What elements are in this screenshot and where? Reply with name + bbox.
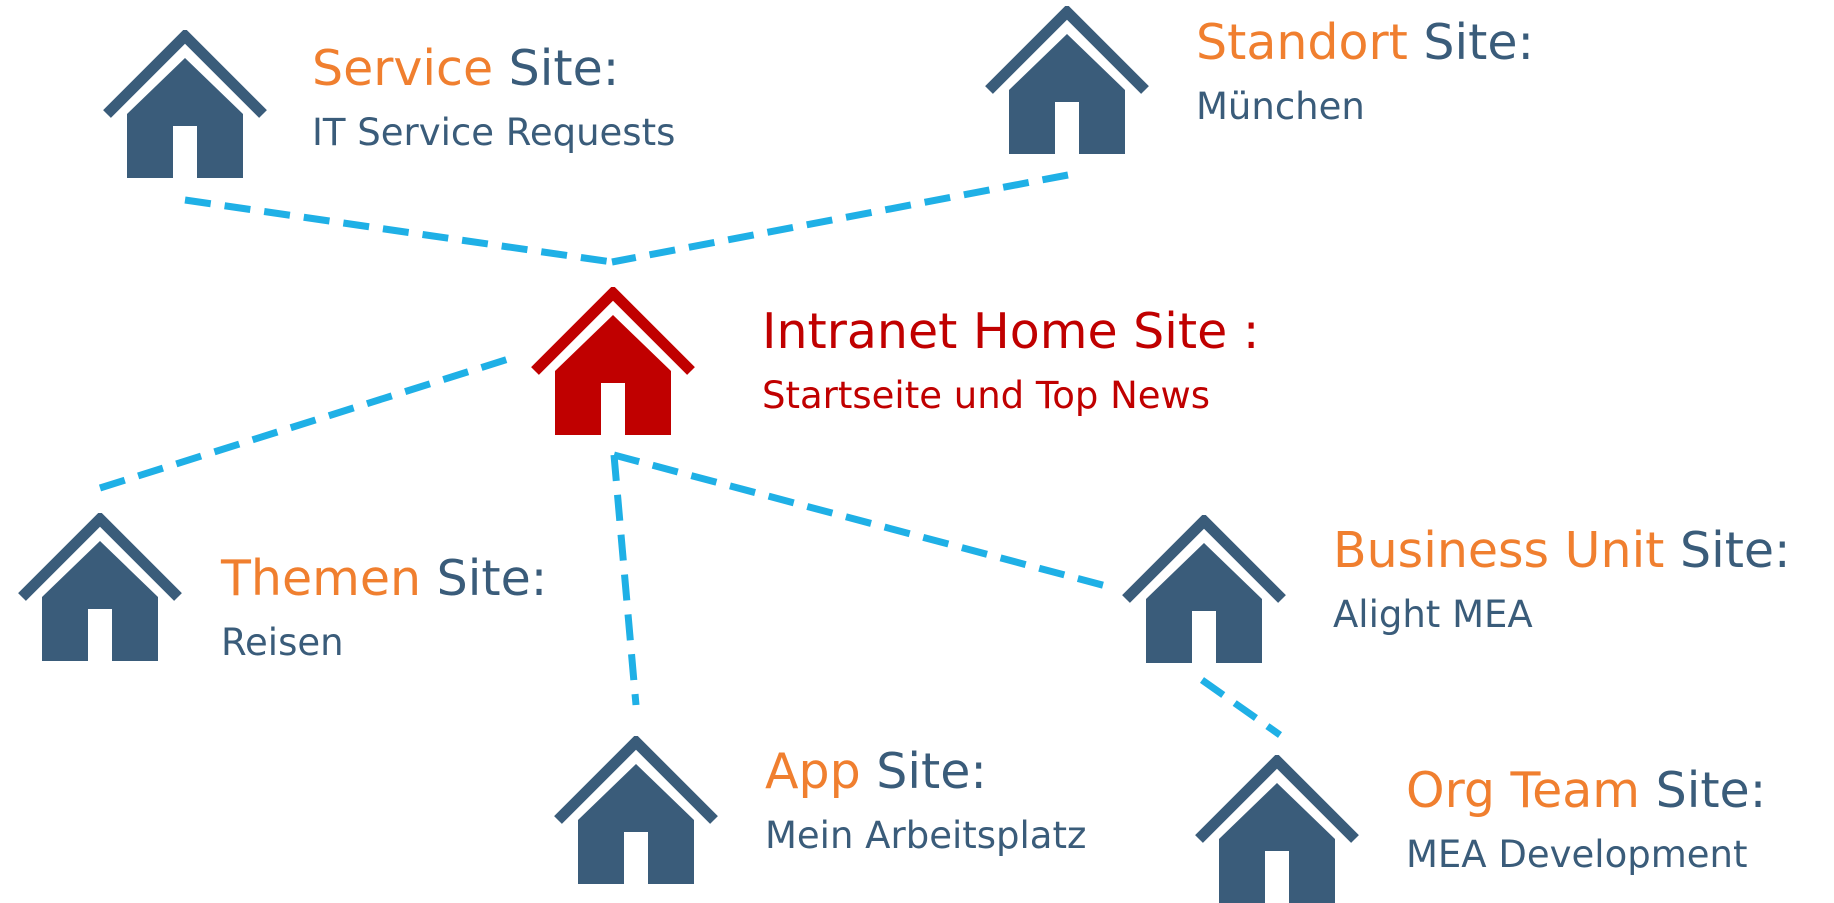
site-hierarchy-diagram: Service Site: IT Service Requests Stando… (0, 0, 1834, 903)
app-site-accent: App (765, 743, 861, 800)
themen-site-subtitle: Reisen (221, 621, 344, 664)
business-unit-site-suffix: Site: (1664, 522, 1791, 579)
business-unit-site-label: Business Unit Site: Alight MEA (1333, 522, 1791, 638)
business-unit-site-subtitle: Alight MEA (1333, 593, 1533, 636)
org-team-site-title: Org Team Site: (1406, 762, 1766, 820)
connector-app-home (610, 454, 640, 706)
themen-site-house-icon (18, 513, 182, 661)
connector-themen-home (98, 352, 520, 492)
service-site-title: Service Site: (312, 40, 675, 98)
service-site-subtitle: IT Service Requests (312, 111, 676, 154)
app-site-title: App Site: (765, 743, 1086, 801)
app-site-subtitle: Mein Arbeitsplatz (765, 814, 1087, 857)
business-unit-site-house-icon (1122, 515, 1286, 663)
app-site-suffix: Site: (860, 743, 987, 800)
intranet-home-label: Intranet Home Site : Startseite und Top … (762, 303, 1259, 419)
intranet-home-house-icon (531, 287, 695, 435)
standort-site-house-icon (985, 6, 1149, 154)
intranet-home-title: Intranet Home Site : (762, 303, 1260, 360)
connector-standort-home (611, 171, 1069, 266)
service-site-house-icon (103, 30, 267, 178)
service-site-label: Service Site: IT Service Requests (312, 40, 675, 156)
intranet-home-subtitle: Startseite und Top News (762, 374, 1211, 417)
standort-site-title: Standort Site: (1196, 14, 1534, 72)
service-site-accent: Service (312, 40, 494, 97)
standort-site-label: Standort Site: München (1196, 14, 1534, 130)
standort-site-accent: Standort (1196, 14, 1408, 71)
connector-business-home (613, 451, 1107, 590)
app-site-label: App Site: Mein Arbeitsplatz (765, 743, 1086, 859)
service-site-suffix: Site: (493, 40, 620, 97)
connector-orgteam-business (1199, 677, 1283, 738)
org-team-site-suffix: Site: (1640, 762, 1767, 819)
standort-site-suffix: Site: (1407, 14, 1535, 71)
org-team-site-label: Org Team Site: MEA Development (1406, 762, 1766, 878)
org-team-site-accent: Org Team (1406, 762, 1641, 819)
themen-site-suffix: Site: (421, 550, 548, 607)
connector-service-home (184, 196, 613, 266)
org-team-site-house-icon (1195, 755, 1359, 903)
app-site-house-icon (554, 736, 718, 884)
org-team-site-subtitle: MEA Development (1406, 833, 1748, 876)
standort-site-subtitle: München (1196, 85, 1365, 128)
business-unit-site-title: Business Unit Site: (1333, 522, 1791, 580)
themen-site-accent: Themen (221, 550, 422, 607)
themen-site-title: Themen Site: (221, 550, 547, 608)
themen-site-label: Themen Site: Reisen (221, 550, 547, 666)
business-unit-site-accent: Business Unit (1333, 522, 1665, 579)
